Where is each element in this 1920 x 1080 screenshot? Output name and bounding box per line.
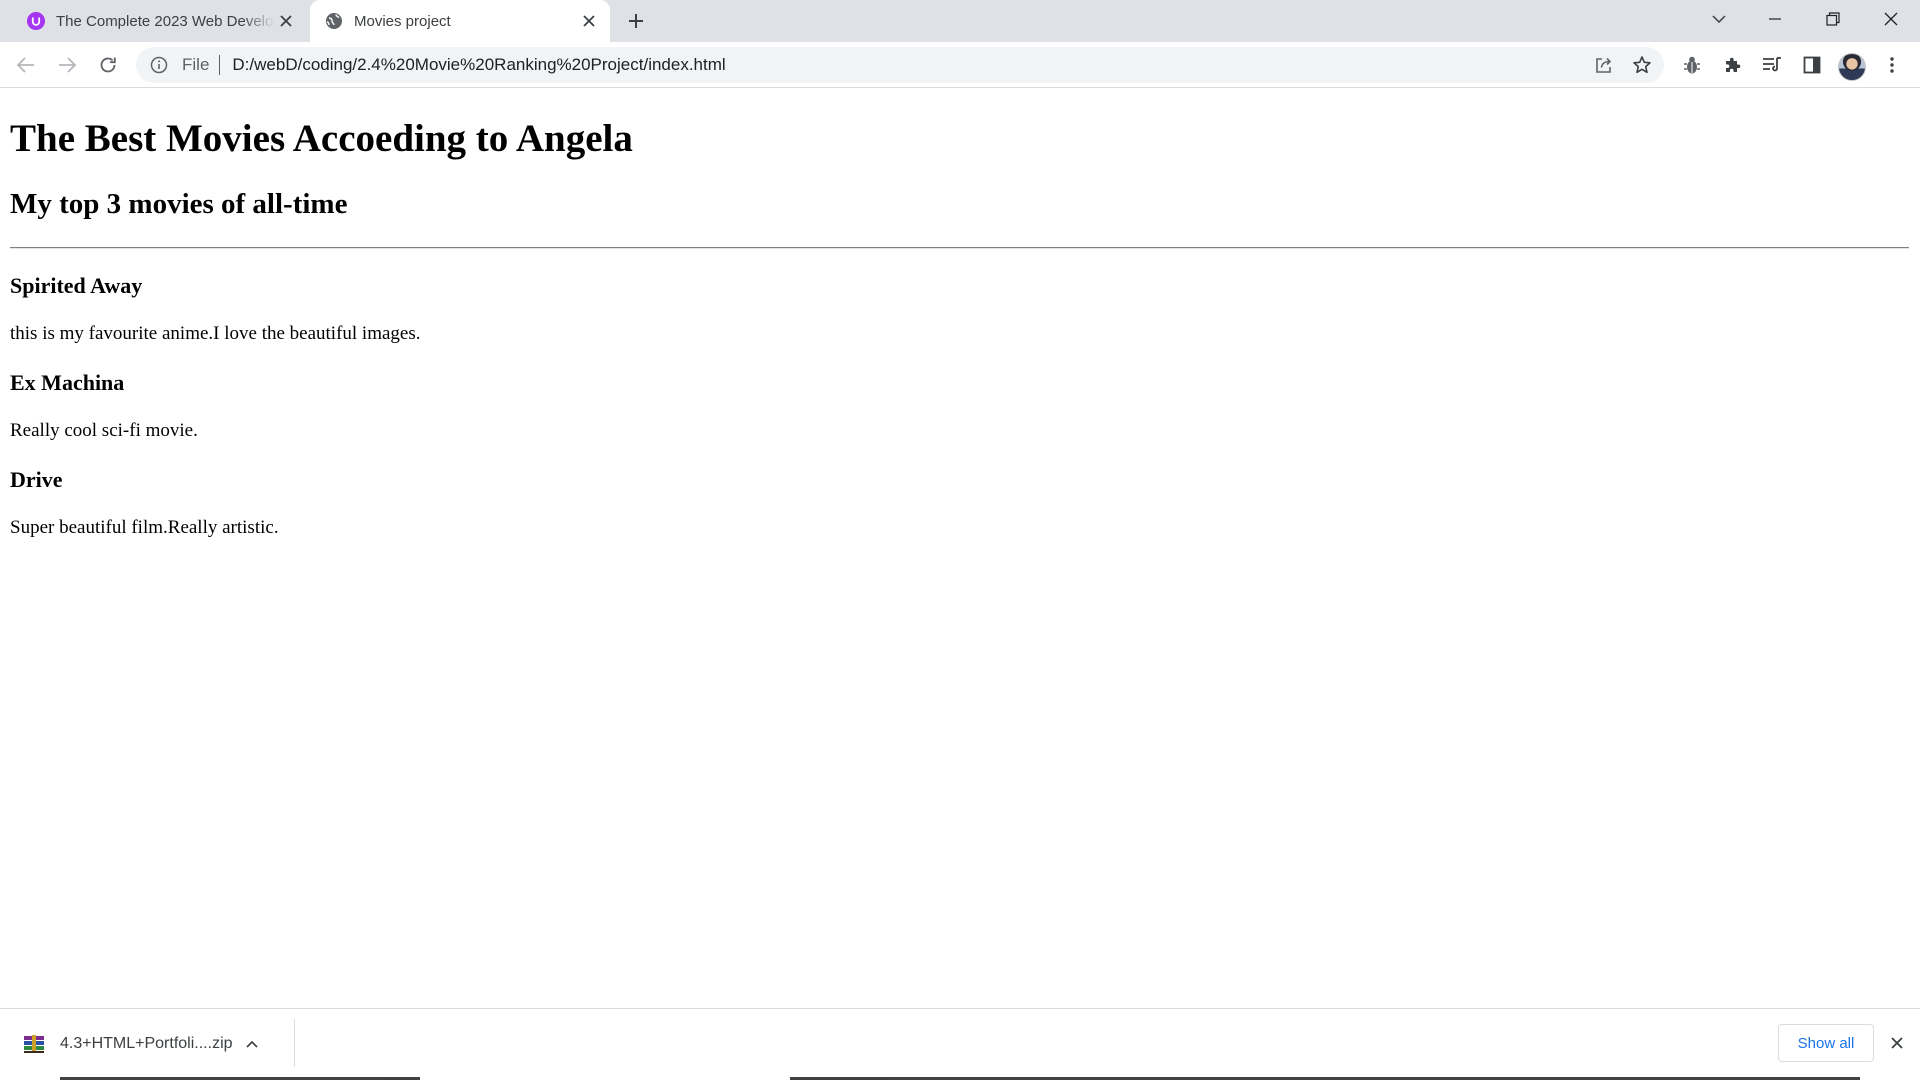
tab-web-development-bootcamp[interactable]: The Complete 2023 Web Development Bootca… <box>12 0 307 42</box>
browser-toolbar: File D:/webD/coding/2.4%20Movie%20Rankin… <box>0 42 1920 88</box>
side-panel-icon[interactable] <box>1796 49 1828 81</box>
tab-search-chevron-icon[interactable] <box>1696 0 1742 38</box>
winrar-archive-icon <box>22 1032 46 1056</box>
horizontal-rule <box>10 247 1909 249</box>
shelf-divider <box>294 1019 295 1067</box>
reading-list-icon[interactable] <box>1756 49 1788 81</box>
globe-icon <box>324 11 344 31</box>
page-subtitle: My top 3 movies of all-time <box>10 188 348 220</box>
movie-description: this is my favourite anime.I love the be… <box>10 323 421 344</box>
site-info-icon[interactable] <box>148 54 170 76</box>
tab-close-icon[interactable] <box>275 10 297 32</box>
url-scheme-label: File <box>182 55 210 74</box>
web-page-content: The Best Movies Accoeding to Angela My t… <box>0 89 1920 1008</box>
close-shelf-icon[interactable] <box>1884 1030 1910 1056</box>
tab-movies-project[interactable]: Movies project <box>310 0 610 42</box>
new-tab-plus-icon[interactable] <box>622 9 650 33</box>
download-item[interactable]: 4.3+HTML+Portfoli....zip <box>0 1009 295 1079</box>
minimize-icon[interactable] <box>1752 0 1798 38</box>
download-shelf: 4.3+HTML+Portfoli....zip Show all <box>0 1008 1920 1080</box>
bug-extension-icon[interactable] <box>1676 49 1708 81</box>
show-all-downloads-button[interactable]: Show all <box>1778 1024 1874 1062</box>
back-icon[interactable] <box>10 49 42 81</box>
movie-description: Really cool sci-fi movie. <box>10 420 198 441</box>
movie-description: Super beautiful film.Really artistic. <box>10 517 279 538</box>
reload-icon[interactable] <box>92 49 124 81</box>
tab-close-icon[interactable] <box>578 10 600 32</box>
forward-icon[interactable] <box>51 49 83 81</box>
page-title: The Best Movies Accoeding to Angela <box>10 117 633 160</box>
bookmark-star-icon[interactable] <box>1626 49 1658 81</box>
udemy-icon <box>26 11 46 31</box>
share-icon[interactable] <box>1588 49 1620 81</box>
scheme-divider <box>219 55 221 75</box>
restore-icon[interactable] <box>1810 0 1856 38</box>
movie-title: Drive <box>10 467 63 492</box>
extensions-puzzle-icon[interactable] <box>1716 49 1748 81</box>
address-bar[interactable]: File D:/webD/coding/2.4%20Movie%20Rankin… <box>136 47 1664 83</box>
tab-title: The Complete 2023 Web Development Bootca… <box>56 12 275 30</box>
chevron-up-icon[interactable] <box>240 1032 264 1056</box>
movie-title: Ex Machina <box>10 370 125 395</box>
menu-kebab-icon[interactable] <box>1876 49 1908 81</box>
movie-title: Spirited Away <box>10 273 143 298</box>
download-filename: 4.3+HTML+Portfoli....zip <box>60 1035 233 1052</box>
tab-title: Movies project <box>354 12 451 30</box>
tab-strip: The Complete 2023 Web Development Bootca… <box>0 0 1920 42</box>
close-icon[interactable] <box>1868 0 1914 38</box>
url-text[interactable]: D:/webD/coding/2.4%20Movie%20Ranking%20P… <box>232 55 1588 75</box>
profile-avatar[interactable] <box>1838 53 1866 81</box>
